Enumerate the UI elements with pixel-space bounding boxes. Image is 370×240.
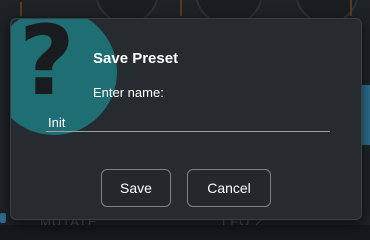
question-mark-glyph: ? bbox=[19, 18, 75, 117]
background-divider bbox=[20, 2, 22, 16]
preset-name-input[interactable] bbox=[46, 113, 330, 132]
background-indicator bbox=[0, 213, 6, 223]
save-button[interactable]: Save bbox=[101, 169, 171, 207]
name-prompt-label: Enter name: bbox=[93, 85, 164, 100]
background-divider bbox=[350, 0, 352, 16]
background-side-bar bbox=[362, 85, 370, 145]
cancel-button[interactable]: Cancel bbox=[187, 169, 271, 207]
dialog-title: Save Preset bbox=[93, 50, 179, 67]
save-preset-dialog: ? Save Preset Enter name: Save Cancel bbox=[10, 18, 362, 220]
background-divider bbox=[180, 0, 182, 16]
